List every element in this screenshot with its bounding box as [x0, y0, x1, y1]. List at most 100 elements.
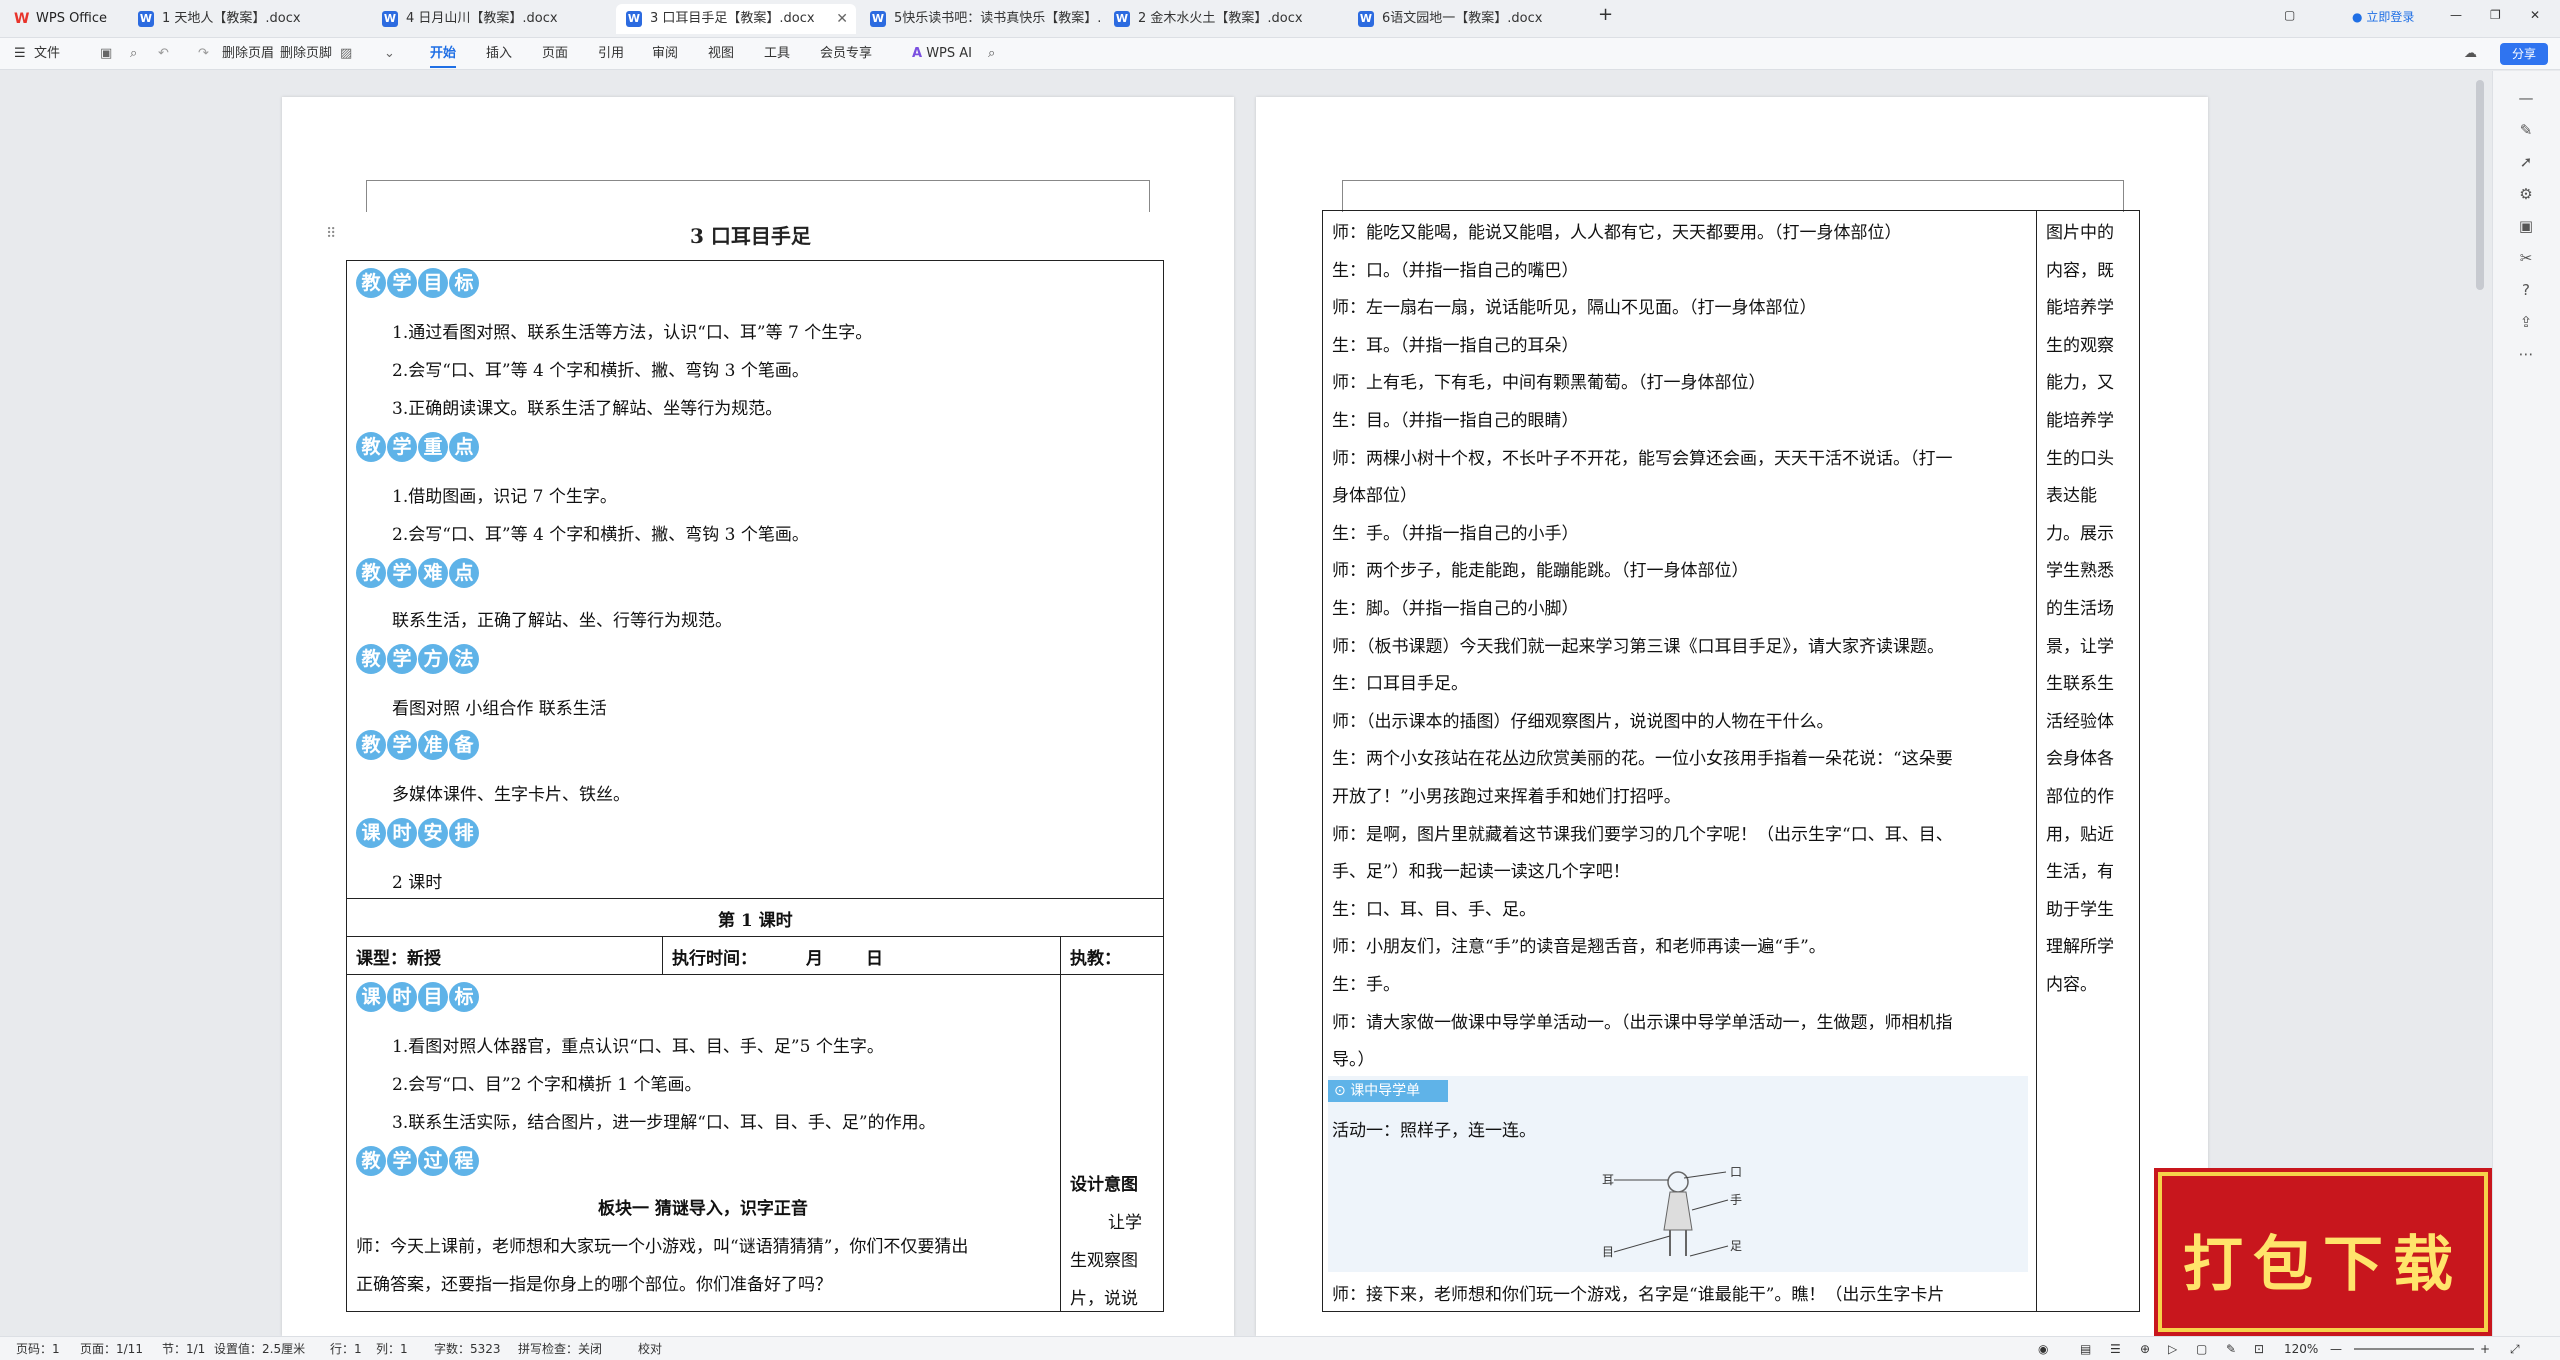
wps-home-tab[interactable]: W WPS Office — [14, 4, 107, 34]
undo-icon[interactable]: ↶ — [158, 38, 169, 70]
login-button[interactable]: ● 立即登录 — [2352, 8, 2414, 25]
status-words[interactable]: 字数：5323 — [434, 1337, 501, 1360]
lesson-type: 课型：新授 — [356, 949, 441, 969]
guide-label: ⊙ 课中导学单 — [1328, 1080, 1448, 1102]
design-intent-line: 生活，有 — [2046, 862, 2114, 883]
share-doc-icon[interactable]: ⇪ — [2515, 311, 2537, 333]
close-icon[interactable]: ✕ — [836, 4, 848, 34]
status-pages[interactable]: 页面：1/11 — [80, 1337, 143, 1360]
settings-icon[interactable]: ⚙ — [2515, 183, 2537, 205]
goal-line: 1.通过看图对照、联系生活等方法，认识“口、耳”等 7 个生字。 — [392, 323, 873, 343]
pointer-icon[interactable]: ➚ — [2515, 151, 2537, 173]
vertical-scrollbar[interactable] — [2476, 80, 2484, 290]
maximize-icon[interactable]: ❐ — [2490, 8, 2501, 22]
key-line: 1.借助图画，识记 7 个生字。 — [392, 487, 617, 507]
method-line: 看图对照 小组合作 联系生活 — [392, 699, 607, 719]
layout-icon[interactable]: ☰ — [2110, 1337, 2121, 1360]
status-setting[interactable]: 设置值：2.5厘米 — [214, 1337, 305, 1360]
collapse-icon[interactable]: — — [2515, 87, 2537, 109]
app-name: WPS Office — [36, 11, 108, 26]
delete-footer-button[interactable]: 删除页脚 — [280, 38, 332, 70]
teacher-label: 执教： — [1070, 949, 1121, 969]
zoom-in-icon[interactable]: + — [2480, 1337, 2490, 1360]
dialogue-line: 师：能吃又能喝，能说又能唱，人人都有它，天天都要用。（打一身体部位） — [1332, 223, 1902, 243]
ai-icon: A — [912, 46, 923, 61]
window-close-icon[interactable]: ✕ — [2530, 8, 2540, 22]
read-icon[interactable]: ▢ — [2196, 1337, 2207, 1360]
goal-line: 3.正确朗读课文。联系生活了解站、坐等行为规范。 — [392, 399, 783, 419]
share-button[interactable]: 分享 — [2500, 43, 2548, 65]
window-icon[interactable]: ▢ — [2284, 8, 2295, 22]
web-view-icon[interactable]: ⊕ — [2140, 1337, 2150, 1360]
design-intent-line: 能力，又 — [2046, 373, 2114, 394]
search-doc-icon[interactable]: ⌕ — [130, 38, 137, 70]
activity-line: 活动一：照样子，连一连。 — [1332, 1121, 1536, 1141]
zoom-slider[interactable] — [2354, 1348, 2474, 1350]
tab-review[interactable]: 审阅 — [652, 38, 678, 70]
design-intent-line: 表达能 — [2046, 486, 2097, 507]
fullscreen-icon[interactable]: ⤢ — [2510, 1337, 2520, 1360]
dialogue-line: 生：目。（并指一指自己的眼睛） — [1332, 411, 1579, 431]
tab-label: 1 天地人【教案】.docx — [162, 11, 301, 26]
eye-icon[interactable]: ◉ — [2038, 1337, 2048, 1360]
help-icon[interactable]: ? — [2515, 279, 2537, 301]
pen-icon[interactable]: ✎ — [2515, 119, 2537, 141]
tools-icon[interactable]: ✂ — [2515, 247, 2537, 269]
delete-header-button[interactable]: 删除页眉 — [222, 38, 274, 70]
header-bracket — [1342, 180, 2124, 212]
format-icon[interactable]: ▨ — [340, 38, 352, 70]
design-intent-line: 部位的作 — [2046, 787, 2114, 807]
word-doc-icon: W — [626, 11, 642, 27]
lesson-goal-line: 3.联系生活实际，结合图片，进一步理解“口、耳、目、手、足”的作用。 — [392, 1113, 936, 1133]
zoom-out-icon[interactable]: — — [2330, 1337, 2342, 1360]
redo-icon[interactable]: ↷ — [198, 38, 209, 70]
fit-icon[interactable]: ⊡ — [2254, 1337, 2264, 1360]
save-icon[interactable]: ▣ — [100, 38, 112, 70]
design-intent-line: 生联系生 — [2046, 674, 2114, 695]
tab-doc-1[interactable]: W 1 天地人【教案】.docx — [128, 4, 368, 34]
status-proof[interactable]: 校对 — [638, 1337, 662, 1360]
badge-hours: 课时安排 — [356, 818, 479, 850]
dialogue-line: 生：口耳目手足。 — [1332, 674, 1468, 695]
user-icon: ● — [2352, 10, 2363, 24]
drag-handle-icon[interactable]: ⠿ — [326, 226, 336, 242]
tab-tools[interactable]: 工具 — [764, 38, 790, 70]
download-promo-banner[interactable]: 打包下载 — [2158, 1172, 2488, 1332]
edit-icon[interactable]: ✎ — [2226, 1337, 2236, 1360]
more-icon[interactable]: ⋯ — [2515, 343, 2537, 365]
tab-view[interactable]: 视图 — [708, 38, 734, 70]
tab-page[interactable]: 页面 — [542, 38, 568, 70]
dialogue-line: 师：上有毛，下有毛，中间有颗黑葡萄。（打一身体部位） — [1332, 373, 1766, 394]
badge-preparation: 教学准备 — [356, 730, 479, 762]
file-menu[interactable]: 文件 — [34, 38, 60, 70]
search-icon[interactable]: ⌕ — [988, 38, 995, 70]
tab-doc-6[interactable]: W 6语文园地一【教案】.docx — [1348, 4, 1588, 34]
tab-insert[interactable]: 插入 — [486, 38, 512, 70]
image-icon[interactable]: ▣ — [2515, 215, 2537, 237]
play-icon[interactable]: ▷ — [2168, 1337, 2177, 1360]
new-tab-button[interactable]: + — [1598, 4, 1613, 25]
page-view-icon[interactable]: ▤ — [2080, 1337, 2091, 1360]
guide-icon: ⊙ — [1334, 1083, 1346, 1099]
hamburger-icon[interactable]: ☰ — [14, 38, 26, 70]
minimize-icon[interactable]: — — [2450, 8, 2462, 22]
tab-doc-4[interactable]: W 5快乐读书吧：读书真快乐【教案】.d — [860, 4, 1100, 34]
tab-start[interactable]: 开始 — [430, 38, 457, 70]
tab-member[interactable]: 会员专享 — [820, 38, 872, 70]
word-doc-icon: W — [870, 11, 886, 27]
wps-ai-button[interactable]: A WPS AI — [912, 38, 972, 70]
header-bracket — [366, 180, 1150, 212]
tab-doc-5[interactable]: W 2 金木水火土【教案】.docx — [1104, 4, 1344, 34]
chevron-down-icon[interactable]: ⌄ — [384, 38, 395, 70]
dialogue-line: 师：两棵小树十个杈，不长叶子不开花，能写会算还会画，天天干活不说话。（打一 — [1332, 448, 1953, 469]
zoom-level[interactable]: 120% — [2284, 1337, 2318, 1360]
design-intent-line: 景，让学 — [2046, 636, 2114, 657]
dialogue-line: 生：两个小女孩站在花丛边欣赏美丽的花。一位小女孩用手指着一朵花说：“这朵要 — [1332, 749, 1953, 770]
intro-line: 师：今天上课前，老师想和大家玩一个小游戏，叫“谜语猜猜猜”，你们不仅要猜出 — [356, 1237, 969, 1257]
tab-doc-3-active[interactable]: W 3 口耳目手足【教案】.docx ✕ — [616, 4, 856, 34]
dialogue-line: 生：脚。（并指一指自己的小脚） — [1332, 599, 1579, 619]
tab-doc-2[interactable]: W 4 日月山川【教案】.docx — [372, 4, 612, 34]
tab-reference[interactable]: 引用 — [598, 38, 624, 70]
cloud-icon[interactable]: ☁ — [2464, 38, 2477, 70]
status-spell[interactable]: 拼写检查：关闭 — [518, 1337, 602, 1360]
